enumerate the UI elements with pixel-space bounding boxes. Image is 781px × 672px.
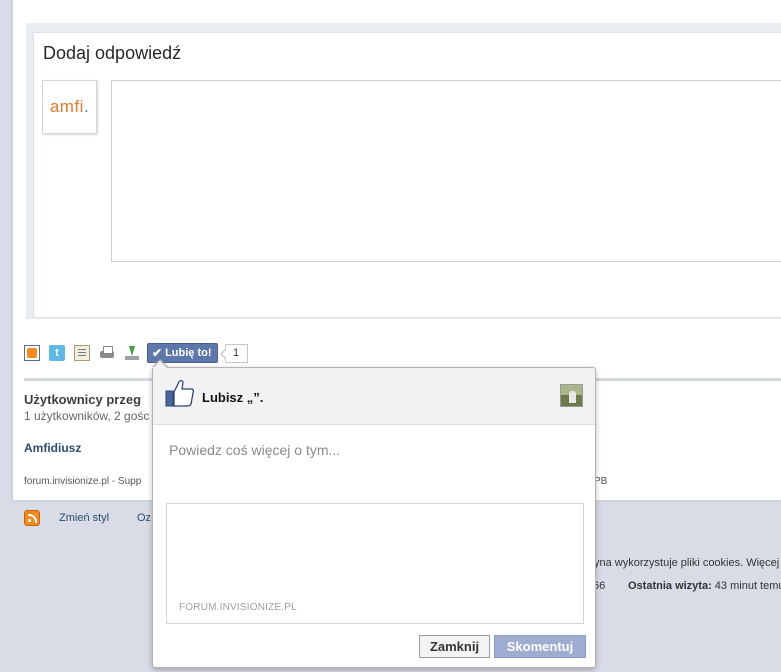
footer-link[interactable]: Oz [137,512,151,524]
change-style-link[interactable]: Zmień styl [59,512,109,524]
popup-title: Lubisz „”. [202,390,264,405]
popup-arrow-fill [153,361,167,368]
footer-powered: PB [594,476,608,487]
cookies-notice: yna wykorzystuje pliki cookies. Więcej [594,557,780,569]
comment-input[interactable]: Powiedz coś więcej o tym... [169,442,340,458]
online-user-link[interactable]: Amfidiusz [24,441,81,455]
last-visit: Ostatnia wizyta: 43 minut temu [628,580,781,592]
footer-copyright: forum.invisionize.pl - Supp [24,476,142,487]
document-icon[interactable] [74,345,90,361]
amfi-logo: amfi. [49,97,90,116]
rss-feed-icon[interactable] [24,510,40,526]
preview-source: FORUM.INVISIONIZE.PL [179,602,297,613]
close-button[interactable]: Zamknij [419,635,490,658]
print-icon[interactable] [99,345,115,361]
checkmark-icon: ✔ [152,346,163,360]
popup-header: Lubisz „”. [153,368,595,425]
user-avatar[interactable]: amfi. [42,80,97,134]
comment-button[interactable]: Skomentuj [494,635,586,658]
like-count: 1 [219,343,248,363]
like-button-label: Lubię to! [165,347,212,359]
reply-editor[interactable] [111,80,781,262]
like-comment-popup: Lubisz „”. Powiedz coś więcej o tym... F… [152,367,596,668]
online-users-title: Użytkownicy przeg [24,392,142,407]
download-icon[interactable] [124,345,140,361]
rss-icon[interactable] [24,345,40,361]
twitter-icon[interactable]: t [49,345,65,361]
online-users-count: 1 użytkowników, 2 gośc [24,409,150,423]
thumbs-up-icon [165,379,194,407]
reply-title: Dodaj odpowiedź [43,43,182,63]
profile-avatar [560,384,583,407]
share-toolbar: t ✔ Lubię to! 1 [24,343,248,363]
link-preview: FORUM.INVISIONIZE.PL [166,503,584,624]
